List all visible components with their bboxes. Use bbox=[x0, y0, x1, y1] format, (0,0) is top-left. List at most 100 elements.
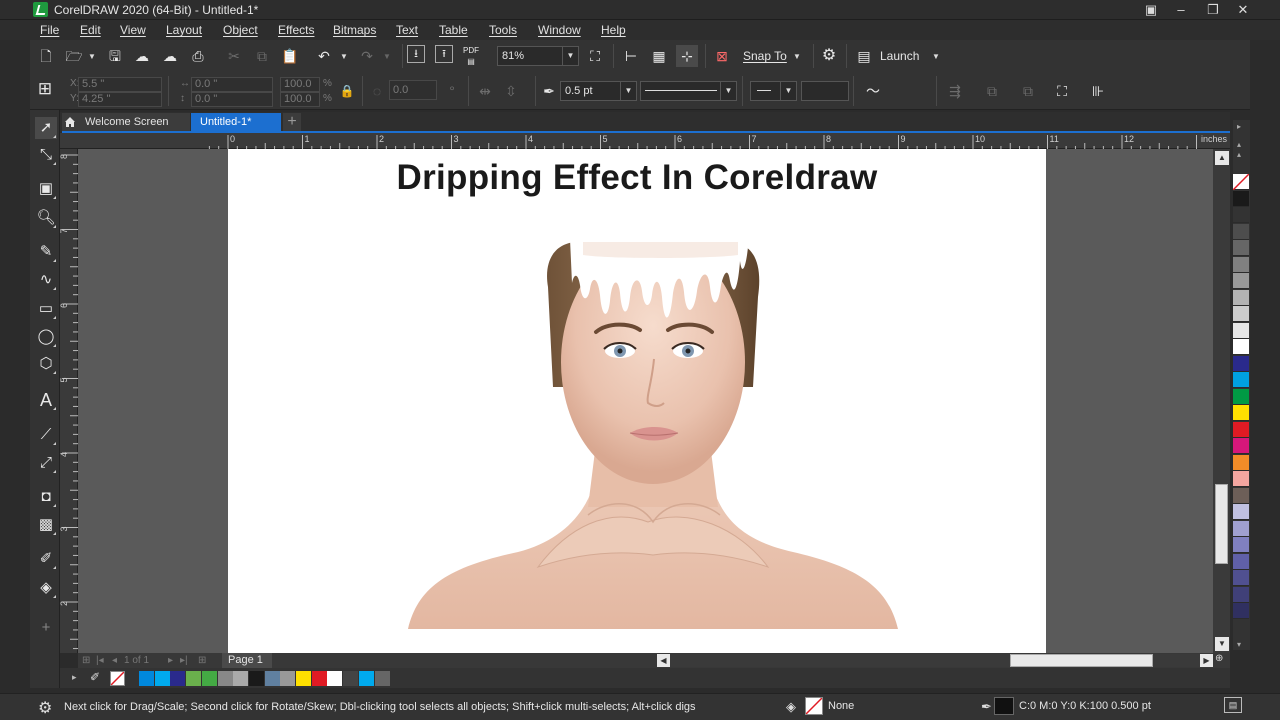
redo-dropdown-icon[interactable]: ▼ bbox=[383, 52, 391, 61]
portrait-photo[interactable] bbox=[408, 237, 898, 629]
palette-scroll-up-icon[interactable]: ▴ bbox=[1237, 150, 1241, 159]
export-icon[interactable]: ⭱ bbox=[435, 45, 453, 63]
document-palette-swatch[interactable] bbox=[170, 671, 186, 686]
open-dropdown-icon[interactable]: ▼ bbox=[88, 52, 96, 61]
palette-swatch[interactable] bbox=[1233, 306, 1249, 322]
show-guidelines-icon[interactable]: ⊹ bbox=[676, 45, 698, 67]
gear-icon[interactable]: ⚙ bbox=[38, 698, 52, 718]
palette-swatch[interactable] bbox=[1233, 388, 1249, 405]
palette-swatch[interactable] bbox=[1233, 322, 1249, 339]
eyedropper-tool-icon[interactable]: ✐ bbox=[35, 548, 57, 570]
menu-object[interactable]: Object bbox=[223, 23, 258, 37]
palette-scroll-down-icon[interactable]: ▾ bbox=[1237, 640, 1241, 649]
vertical-scrollbar[interactable] bbox=[1213, 149, 1230, 653]
zoom-tool-icon[interactable]: 🔍︎ bbox=[35, 207, 57, 229]
palette-swatch[interactable] bbox=[1233, 553, 1249, 570]
scroll-up-icon[interactable]: ▲ bbox=[1215, 151, 1229, 165]
scale-y-field[interactable]: 100.0 bbox=[280, 92, 320, 107]
launch-button[interactable]: Launch bbox=[880, 49, 919, 63]
document-palette-swatch[interactable] bbox=[296, 671, 311, 686]
cut-icon[interactable]: ✂ bbox=[223, 45, 245, 67]
start-arrowhead-combo[interactable]: ▼ bbox=[750, 81, 797, 101]
end-arrowhead-combo[interactable] bbox=[801, 81, 849, 101]
document-palette-swatch[interactable] bbox=[264, 671, 280, 686]
palette-swatch[interactable] bbox=[1233, 372, 1249, 388]
document-palette-swatch[interactable] bbox=[311, 671, 327, 686]
mirror-horizontal-icon[interactable]: ⇹ bbox=[474, 80, 496, 102]
document-palette-swatch[interactable] bbox=[327, 671, 343, 686]
scroll-left-icon[interactable]: ◀ bbox=[657, 654, 670, 667]
close-button[interactable]: ✕ bbox=[1228, 0, 1258, 20]
zoom-combo[interactable]: 81% ▼ bbox=[497, 46, 579, 66]
launch-icon[interactable]: ▤ bbox=[853, 45, 875, 67]
previous-page-icon[interactable]: ◂ bbox=[112, 653, 117, 668]
menu-window[interactable]: Window bbox=[538, 23, 581, 37]
page-headline[interactable]: Dripping Effect In Coreldraw bbox=[228, 158, 1046, 198]
next-page-icon[interactable]: ▸ bbox=[168, 653, 173, 668]
wrap-text-icon[interactable]: ⇶ bbox=[944, 80, 966, 102]
palette-swatch[interactable] bbox=[1233, 487, 1249, 504]
object-origin-icon[interactable]: ⊞ bbox=[34, 78, 56, 100]
palette-swatch[interactable] bbox=[1233, 537, 1249, 553]
palette-expand-icon[interactable]: ▸ bbox=[72, 672, 77, 683]
first-page-icon[interactable]: |◂ bbox=[96, 653, 104, 668]
rotation-field[interactable]: 0.0 bbox=[389, 80, 437, 100]
text-tool-icon[interactable]: A bbox=[35, 389, 57, 411]
copy-icon[interactable]: ⧉ bbox=[251, 45, 273, 67]
tab-untitled-1[interactable]: Untitled-1* bbox=[191, 113, 281, 131]
palette-swatch[interactable] bbox=[1233, 454, 1249, 471]
eyedropper-icon[interactable]: ✐ bbox=[90, 670, 100, 684]
palette-swatch[interactable] bbox=[1233, 438, 1249, 454]
outline-width-combo[interactable]: 0.5 pt ▼ bbox=[560, 81, 637, 101]
palette-swatch[interactable] bbox=[1232, 173, 1250, 191]
ellipse-tool-icon[interactable]: ◯ bbox=[35, 326, 57, 348]
save-icon[interactable]: 🖫 bbox=[104, 45, 126, 67]
lock-ratio-icon[interactable]: 🔒 bbox=[336, 80, 358, 102]
freehand-tool-icon[interactable]: ✎ bbox=[35, 241, 57, 263]
to-back-icon[interactable]: ⧉ bbox=[1017, 80, 1039, 102]
palette-swatch[interactable] bbox=[1233, 586, 1249, 603]
pick-tool-icon[interactable]: ➚ bbox=[35, 117, 57, 139]
parallel-dimension-tool-icon[interactable]: ⟋ bbox=[35, 424, 57, 446]
gear-icon[interactable]: ⚙ bbox=[818, 45, 840, 67]
menu-bitmaps[interactable]: Bitmaps bbox=[333, 23, 376, 37]
new-document-icon[interactable]: 🗋 bbox=[35, 45, 57, 67]
palette-swatch[interactable] bbox=[1233, 421, 1249, 438]
palette-swatch[interactable] bbox=[1233, 405, 1249, 421]
document-palette-swatch[interactable] bbox=[186, 671, 202, 686]
palette-swatch[interactable] bbox=[1233, 256, 1249, 273]
document-palette-swatch[interactable] bbox=[280, 671, 296, 686]
document-palette-swatch[interactable] bbox=[139, 671, 154, 686]
paste-icon[interactable]: 📋 bbox=[279, 45, 301, 67]
palette-swatch[interactable] bbox=[1233, 520, 1249, 537]
horizontal-scroll-thumb[interactable] bbox=[1010, 654, 1153, 667]
palette-swatch[interactable] bbox=[1233, 273, 1249, 289]
scale-x-field[interactable]: 100.0 bbox=[280, 77, 320, 92]
x-position-field[interactable]: 5.5 " bbox=[78, 77, 162, 92]
full-screen-icon[interactable]: ⛶ bbox=[584, 45, 606, 67]
line-style-combo[interactable]: ▼ bbox=[640, 81, 737, 101]
palette-swatch[interactable] bbox=[1233, 207, 1249, 223]
y-position-field[interactable]: 4.25 " bbox=[78, 92, 162, 107]
document-palette-swatch[interactable] bbox=[233, 671, 249, 686]
document-palette-swatch[interactable] bbox=[154, 671, 170, 686]
polygon-tool-icon[interactable]: ⬡ bbox=[35, 353, 57, 375]
import-icon[interactable]: ⭳ bbox=[407, 45, 425, 63]
drop-shadow-tool-icon[interactable]: ◘ bbox=[35, 486, 57, 508]
palette-swatch[interactable] bbox=[1233, 471, 1249, 487]
menu-table[interactable]: Table bbox=[439, 23, 468, 37]
display-settings-icon[interactable]: ▤ bbox=[1224, 697, 1242, 713]
document-palette-swatch[interactable] bbox=[201, 671, 217, 686]
snap-to-button[interactable]: Snap To bbox=[743, 49, 787, 63]
restore-button[interactable]: ❐ bbox=[1198, 0, 1228, 20]
menu-effects[interactable]: Effects bbox=[278, 23, 314, 37]
snap-off-icon[interactable]: ⊠ bbox=[711, 45, 733, 67]
document-palette-swatch[interactable] bbox=[358, 671, 374, 686]
menu-file[interactable]: File bbox=[40, 23, 59, 37]
launch-dropdown-icon[interactable]: ▼ bbox=[932, 52, 940, 61]
add-page-after-icon[interactable]: ⊞ bbox=[198, 653, 206, 668]
palette-swatch[interactable] bbox=[1233, 190, 1249, 207]
document-palette-swatch[interactable] bbox=[343, 671, 359, 686]
menu-layout[interactable]: Layout bbox=[166, 23, 202, 37]
fill-swatch[interactable] bbox=[805, 697, 823, 715]
